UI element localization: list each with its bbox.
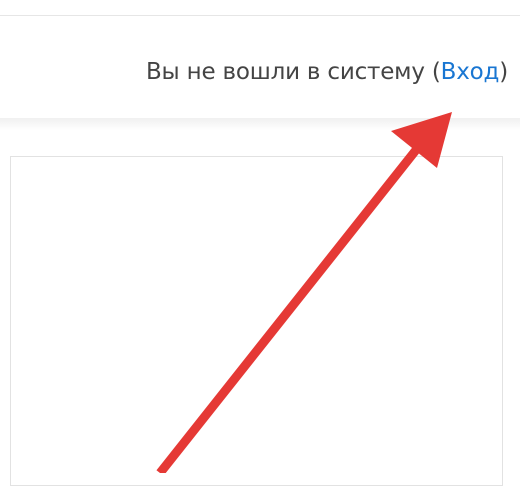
login-status: Вы не вошли в систему (Вход) [146,56,508,88]
login-status-text: Вы не вошли в систему ( [145,59,441,85]
top-divider [0,15,520,16]
header-shadow [0,118,520,130]
login-status-closing: ) [499,59,508,85]
content-panel [10,156,503,486]
login-link[interactable]: Вход [441,59,500,85]
